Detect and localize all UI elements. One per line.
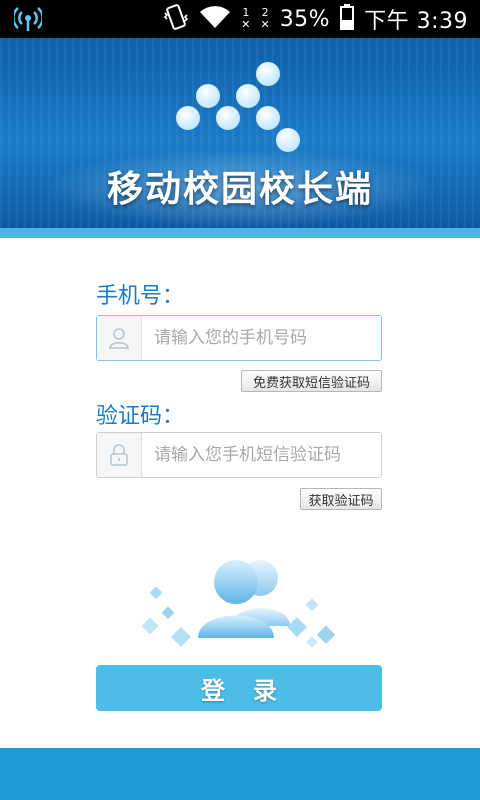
wifi-icon <box>199 4 231 34</box>
status-bar: 1 ✕ 2 ✕ 35% 下午 3:39 <box>0 0 480 38</box>
user-icon <box>97 316 142 360</box>
no-signal-sim1-icon: 1 ✕ <box>241 6 251 31</box>
phone-label: 手机号： <box>96 284 185 309</box>
code-label: 验证码： <box>96 404 185 429</box>
battery-icon <box>340 4 355 34</box>
phone-input[interactable] <box>142 327 381 349</box>
code-input[interactable] <box>142 444 381 466</box>
phone-field[interactable] <box>96 315 382 361</box>
app-title: 移动校园校长端 <box>106 169 373 210</box>
code-field[interactable] <box>96 432 382 478</box>
lock-icon <box>97 433 142 477</box>
get-free-sms-code-button[interactable]: 免费获取短信验证码 <box>241 370 382 392</box>
vibrate-icon <box>163 3 189 35</box>
no-signal-sim2-icon: 2 ✕ <box>260 6 270 31</box>
login-button[interactable]: 登录 <box>96 665 382 711</box>
get-code-button[interactable]: 获取验证码 <box>300 488 382 510</box>
header-banner: 移动校园校长端 <box>0 38 480 228</box>
clock: 下午 3:39 <box>364 9 468 34</box>
battery-percent: 35% <box>279 6 331 32</box>
users-icon <box>141 560 336 648</box>
wifi-hotspot-icon <box>12 6 44 36</box>
app-logo-icon <box>176 62 300 152</box>
bottom-strip <box>0 748 480 800</box>
